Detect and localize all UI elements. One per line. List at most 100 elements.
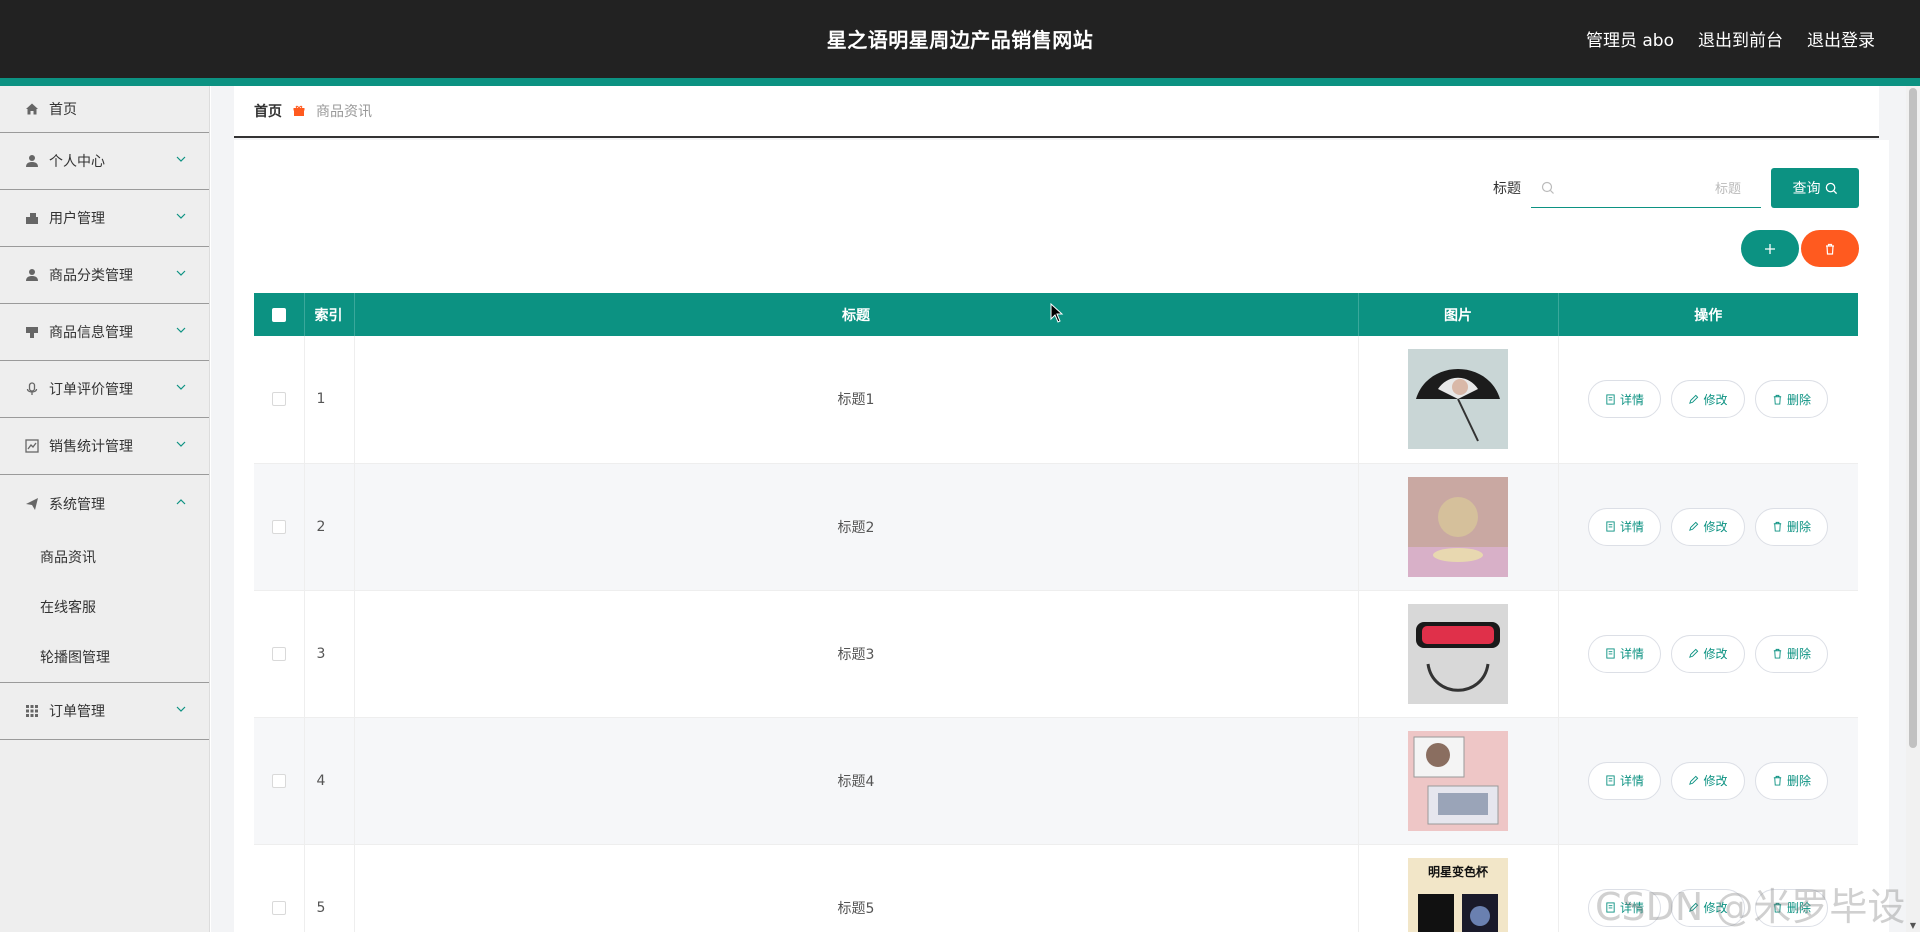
breadcrumb-home[interactable]: 首页 [254,101,282,121]
detail-label: 详情 [1620,774,1645,788]
chevron-down-icon [176,327,186,333]
edit-label: 修改 [1703,647,1728,661]
row-index: 2 [304,463,355,591]
row-title: 标题5 [354,844,1359,932]
submenu-item-product-news[interactable]: 商品资讯 [0,532,209,582]
sidebar-item-label: 个人中心 [49,154,105,170]
header-index: 索引 [304,293,355,336]
row-select-cell [254,336,305,464]
search-input[interactable] [1565,168,1751,208]
detail-button[interactable]: 详情 [1588,380,1662,419]
sidebar-item-label: 销售统计管理 [49,439,133,455]
sidebar-item-order-management[interactable]: 订单管理 [0,683,209,740]
sidebar-item-label: 商品信息管理 [49,325,133,341]
row-checkbox[interactable] [271,519,286,534]
row-checkbox[interactable] [271,900,286,915]
sidebar-item-system-management[interactable]: 系统管理 [0,475,209,532]
chevron-down-icon [176,706,186,712]
main-area: 首页 商品资讯 标题 查询 [211,86,1906,932]
batch-delete-button[interactable] [1801,230,1859,267]
add-button[interactable] [1741,230,1799,267]
mouse-cursor-icon [1050,303,1064,323]
action-row [1741,230,1859,267]
row-select-cell [254,590,305,718]
headband-thumbnail[interactable] [1408,603,1508,704]
detail-label: 详情 [1620,392,1645,407]
logout-link[interactable]: 退出登录 [1807,26,1875,51]
detail-button[interactable]: 详情 [1588,634,1662,673]
edit-button[interactable]: 修改 [1671,761,1745,800]
detail-label: 详情 [1620,520,1645,534]
scroll-down-arrow-icon[interactable]: ▼ [1909,922,1917,930]
sidebar-item-personal-center[interactable]: 个人中心 [0,133,209,190]
delete-button[interactable]: 删除 [1754,380,1828,419]
delete-label: 删除 [1786,774,1811,788]
detail-button[interactable]: 详情 [1588,761,1662,800]
trash-icon [1773,521,1782,532]
edit-label: 修改 [1703,774,1728,788]
sidebar-item-category-management[interactable]: 商品分类管理 [0,247,209,304]
row-image-cell [1358,463,1559,591]
trash-icon [1773,648,1782,659]
submenu-item-carousel-management[interactable]: 轮播图管理 [0,632,209,682]
umbrella-thumbnail[interactable] [1408,349,1508,450]
photo-frame-thumbnail[interactable] [1408,730,1508,831]
search-label: 标题 [1493,181,1521,197]
row-image-cell [1358,717,1559,845]
search-box [1531,168,1761,208]
delete-button[interactable]: 删除 [1754,507,1828,546]
submenu-item-online-service[interactable]: 在线客服 [0,582,209,632]
row-checkbox[interactable] [271,646,286,661]
row-title: 标题4 [354,717,1359,845]
send-icon [24,496,40,512]
table-row: 2 标题2 详情 修改 删除 [254,463,1858,591]
chevron-down-icon [176,156,186,162]
back-to-front-link[interactable]: 退出到前台 [1698,26,1783,51]
row-ops-cell: 详情 修改 删除 [1558,717,1858,845]
document-icon [1606,648,1615,659]
sidebar-item-user-management[interactable]: 用户管理 [0,190,209,247]
edit-button[interactable]: 修改 [1671,380,1745,419]
stamp-icon [24,324,40,340]
delete-button[interactable]: 删除 [1754,634,1828,673]
query-button[interactable]: 查询 [1771,168,1859,208]
sidebar-item-product-info-management[interactable]: 商品信息管理 [0,304,209,361]
edit-icon [1689,775,1699,785]
gift-icon [292,104,306,118]
trash-icon [1826,243,1834,255]
select-all-checkbox[interactable] [271,307,286,322]
system-submenu: 商品资讯 在线客服 轮播图管理 [0,532,209,683]
mug-thumbnail[interactable]: 明星变色杯 [1408,857,1508,932]
crystal-lamp-thumbnail[interactable] [1408,476,1508,577]
delete-button[interactable]: 删除 [1754,761,1828,800]
row-select-cell [254,844,305,932]
document-icon [1606,775,1615,786]
trash-icon [1773,775,1782,786]
header-accent-strip [0,78,1920,86]
sidebar-item-home[interactable]: 首页 [0,86,209,133]
edit-button[interactable]: 修改 [1671,507,1745,546]
sidebar-item-label: 系统管理 [49,496,105,513]
select-all-cell [254,293,305,336]
header-image: 图片 [1358,293,1559,336]
watermark: CSDN @米罗毕设 [1595,885,1906,929]
sidebar-item-sales-statistics[interactable]: 销售统计管理 [0,418,209,475]
edit-icon [1689,521,1699,531]
sidebar-item-label: 首页 [49,102,77,118]
scrollbar-thumb[interactable] [1909,88,1917,748]
table-row: 4 标题4 详情 修改 删除 [254,717,1858,845]
edit-button[interactable]: 修改 [1671,634,1745,673]
detail-button[interactable]: 详情 [1588,507,1662,546]
row-checkbox[interactable] [271,773,286,788]
page-scrollbar[interactable]: ▼ [1906,86,1920,932]
home-icon [24,101,40,117]
sidebar-item-label: 商品分类管理 [49,268,133,284]
content-panel: 标题 查询 索引 [234,140,1889,932]
sidebar-item-order-review-management[interactable]: 订单评价管理 [0,361,209,418]
edit-icon [1689,648,1699,658]
row-image-cell [1358,336,1559,464]
row-title: 标题3 [354,590,1359,718]
breadcrumb-current: 商品资讯 [316,104,372,120]
table-row: 1 标题1 详情 修改 删除 [254,336,1858,464]
row-checkbox[interactable] [271,392,286,407]
